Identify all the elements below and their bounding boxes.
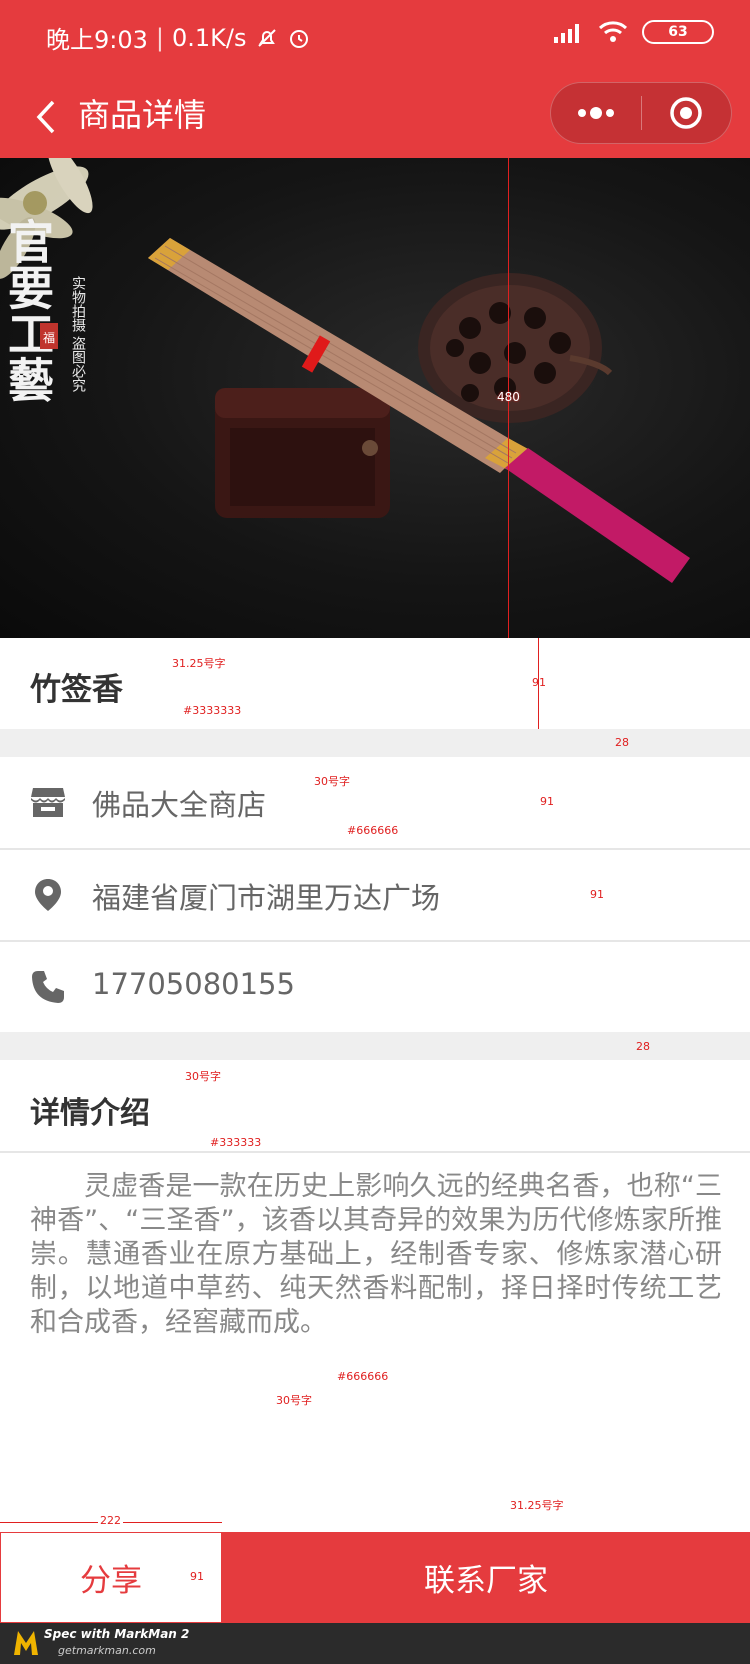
anno-91-4: 91 <box>190 1570 204 1583</box>
product-photo: 官要工藝 福 实物拍摄 盗图必究 <box>0 158 690 583</box>
product-name: 竹签香 <box>30 672 123 708</box>
nav-bar: 商品详情 <box>0 80 750 158</box>
bell-off-icon <box>257 28 276 47</box>
measure-label-480: 480 <box>497 390 520 404</box>
more-dots-icon <box>577 107 614 119</box>
more-button[interactable] <box>551 83 641 143</box>
anno-91-2: 91 <box>540 795 554 808</box>
anno-91-3: 91 <box>590 888 604 901</box>
calligraphy-char-1: 官要工藝 <box>1 218 55 403</box>
anno-91-1: 91 <box>532 676 546 689</box>
wooden-box <box>215 388 390 518</box>
anno-detail-color: #333333 <box>210 1136 262 1149</box>
photo-note-1: 实物拍摄 <box>70 276 86 332</box>
status-right: 63 <box>554 20 714 44</box>
store-icon <box>31 788 65 817</box>
photo-note-2: 盗图必究 <box>70 336 86 393</box>
anno-title-color: #3333333 <box>183 704 242 717</box>
anno-shop-color: #666666 <box>347 824 399 837</box>
phone-icon <box>32 971 64 1003</box>
markman-footer: Spec with MarkMan 2 getmarkman.com <box>0 1623 750 1664</box>
markman-title: Spec with MarkMan 2 <box>44 1627 190 1641</box>
back-button[interactable] <box>26 92 66 142</box>
top-bar: 晚上9:03 | 0.1K/s 63 商品详情 <box>0 0 750 158</box>
anno-title-size: 31.25号字 <box>172 657 226 670</box>
battery-indicator: 63 <box>642 20 714 44</box>
product-image: 官要工藝 福 实物拍摄 盗图必究 <box>0 158 750 638</box>
detail-heading-row: 详情介绍 <box>0 1060 750 1151</box>
phone-row[interactable]: 17705080155 <box>0 942 750 1032</box>
status-bar: 晚上9:03 | 0.1K/s 63 <box>0 0 750 72</box>
status-separator: | <box>155 23 164 52</box>
markman-logo-icon <box>14 1631 38 1655</box>
contact-manufacturer-button[interactable]: 联系厂家 <box>222 1532 750 1623</box>
mini-program-capsule <box>550 82 732 144</box>
anno-detail-size: 30号字 <box>185 1070 221 1083</box>
measure-line-1 <box>538 638 539 729</box>
status-speed: 0.1K/s <box>172 23 247 52</box>
product-name-row: 竹签香 <box>0 638 750 729</box>
page-title: 商品详情 <box>78 96 207 134</box>
anno-body-size: 30号字 <box>276 1394 312 1407</box>
divider-3 <box>0 1151 750 1153</box>
share-button[interactable]: 分享 <box>0 1532 222 1623</box>
alarm-icon <box>289 29 308 48</box>
location-pin-icon <box>35 879 61 911</box>
wifi-icon <box>598 21 628 42</box>
chevron-left-icon <box>36 100 55 134</box>
shop-name: 佛品大全商店 <box>92 788 267 822</box>
detail-body: 灵虚香是一款在历史上影响久远的经典名香，也称“三神香”、“三圣香”，该香以其奇异… <box>30 1171 722 1338</box>
signal-icon <box>554 24 579 43</box>
close-miniprogram-button[interactable] <box>642 83 732 143</box>
detail-heading: 详情介绍 <box>30 1096 150 1131</box>
anno-222: 222 <box>98 1514 123 1527</box>
anno-contact-size: 31.25号字 <box>510 1499 564 1512</box>
shop-address: 福建省厦门市湖里万达广场 <box>92 881 441 915</box>
address-row[interactable]: 福建省厦门市湖里万达广场 <box>0 850 750 940</box>
section-gap-1 <box>0 729 750 757</box>
seal-text: 福 <box>43 330 55 345</box>
anno-28-1: 28 <box>615 736 629 749</box>
target-close-icon <box>670 97 702 129</box>
shop-phone[interactable]: 17705080155 <box>92 967 295 1001</box>
anno-shop-size: 30号字 <box>314 775 350 788</box>
anno-28-2: 28 <box>636 1040 650 1053</box>
anno-body-color: #666666 <box>337 1370 389 1383</box>
markman-url: getmarkman.com <box>58 1644 156 1657</box>
calligraphy-title: 官要工藝 <box>1 218 55 403</box>
status-time: 晚上9:03 <box>46 26 148 54</box>
status-left: 晚上9:03 | 0.1K/s <box>46 20 311 55</box>
